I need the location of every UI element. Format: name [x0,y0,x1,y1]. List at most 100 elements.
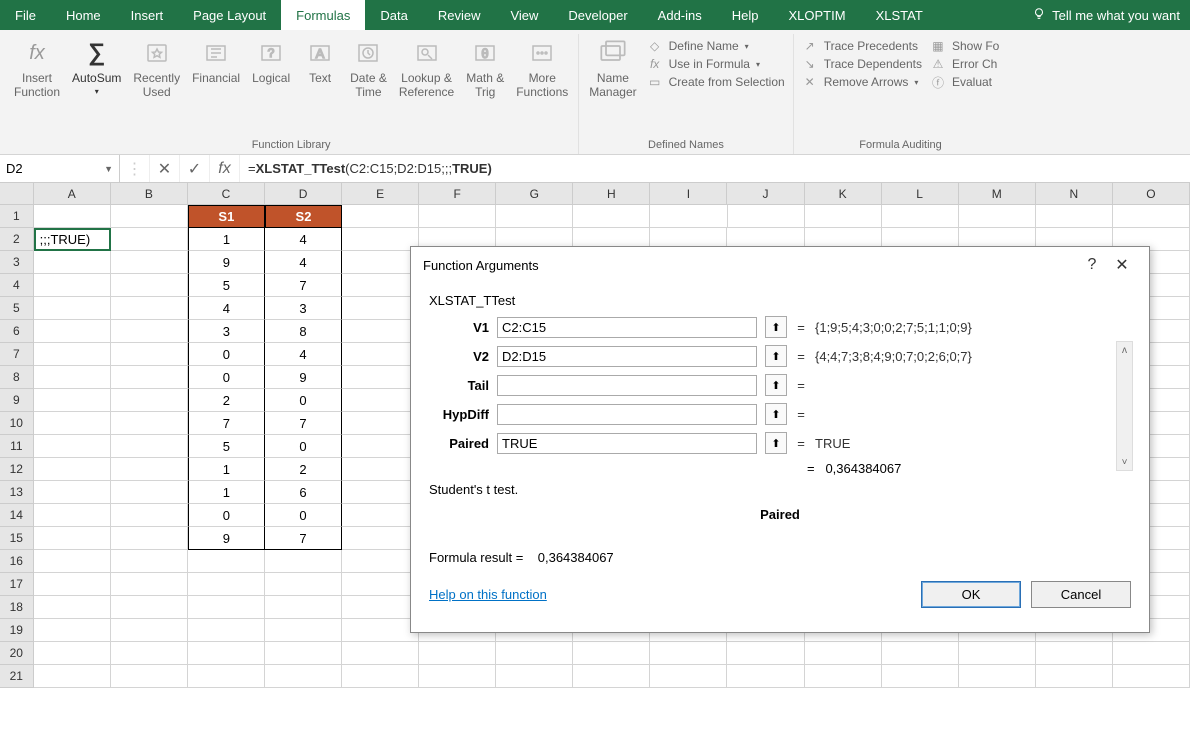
cell-E2[interactable] [342,228,419,251]
col-header-E[interactable]: E [342,183,419,204]
cell-A21[interactable] [34,665,111,688]
col-header-K[interactable]: K [805,183,882,204]
cell-C14[interactable]: 0 [188,504,265,527]
cell-G21[interactable] [496,665,573,688]
cell-F20[interactable] [419,642,496,665]
cell-H20[interactable] [573,642,650,665]
recently-used-button[interactable]: Recently Used [127,34,186,102]
cell-D7[interactable]: 4 [265,343,342,366]
cell-A17[interactable] [34,573,111,596]
tab-help[interactable]: Help [717,0,774,30]
create-from-selection-button[interactable]: ▭Create from Selection [647,74,785,90]
cancel-button[interactable]: Cancel [1031,581,1131,608]
row-header-3[interactable]: 3 [0,251,34,274]
col-header-A[interactable]: A [34,183,111,204]
cell-B19[interactable] [111,619,188,642]
cell-B8[interactable] [111,366,188,389]
financial-button[interactable]: Financial [186,34,246,88]
cell-E15[interactable] [342,527,419,550]
col-header-C[interactable]: C [188,183,265,204]
dialog-titlebar[interactable]: Function Arguments ? ✕ [411,247,1149,283]
close-button[interactable]: ✕ [1107,255,1137,275]
cell-J20[interactable] [727,642,804,665]
cell-D12[interactable]: 2 [265,458,342,481]
cell-A9[interactable] [34,389,111,412]
cell-B17[interactable] [111,573,188,596]
text-button[interactable]: A Text [296,34,344,88]
cell-A4[interactable] [34,274,111,297]
cell-O20[interactable] [1113,642,1190,665]
cell-B18[interactable] [111,596,188,619]
cell-A10[interactable] [34,412,111,435]
help-button[interactable]: ? [1077,256,1107,274]
cell-C18[interactable] [188,596,265,619]
cell-C12[interactable]: 1 [188,458,265,481]
name-box[interactable]: ▼ [0,155,120,182]
cell-D17[interactable] [265,573,342,596]
cell-C4[interactable]: 5 [188,274,265,297]
cell-L1[interactable] [882,205,959,228]
cell-D9[interactable]: 0 [265,389,342,412]
cell-E14[interactable] [342,504,419,527]
cancel-formula-button[interactable]: ✕ [150,155,180,182]
cell-E16[interactable] [342,550,419,573]
cell-D15[interactable]: 7 [265,527,342,550]
cell-A18[interactable] [34,596,111,619]
cell-J21[interactable] [727,665,804,688]
arg-input-v2[interactable] [497,346,757,367]
cell-E10[interactable] [342,412,419,435]
tab-home[interactable]: Home [51,0,116,30]
cell-A6[interactable] [34,320,111,343]
cell-B14[interactable] [111,504,188,527]
col-header-O[interactable]: O [1113,183,1190,204]
cell-B16[interactable] [111,550,188,573]
cell-E12[interactable] [342,458,419,481]
cell-M20[interactable] [959,642,1036,665]
range-select-button[interactable]: ⬆ [765,316,787,338]
cell-D16[interactable] [265,550,342,573]
cell-A16[interactable] [34,550,111,573]
cell-B10[interactable] [111,412,188,435]
cell-N21[interactable] [1036,665,1113,688]
show-formulas-button[interactable]: ▦Show Fo [930,38,999,54]
tab-developer[interactable]: Developer [553,0,642,30]
cell-D18[interactable] [265,596,342,619]
cell-B13[interactable] [111,481,188,504]
tab-file[interactable]: File [0,0,51,30]
cell-I20[interactable] [650,642,727,665]
cell-A20[interactable] [34,642,111,665]
cell-D11[interactable]: 0 [265,435,342,458]
row-header-13[interactable]: 13 [0,481,34,504]
range-select-button[interactable]: ⬆ [765,345,787,367]
cell-C1[interactable]: S1 [188,205,265,228]
cell-H21[interactable] [573,665,650,688]
cell-E19[interactable] [342,619,419,642]
row-header-14[interactable]: 14 [0,504,34,527]
cell-B2[interactable] [111,228,188,251]
cell-A8[interactable] [34,366,111,389]
formula-input[interactable]: =XLSTAT_TTest(C2:C15;D2:D15;;;TRUE) [240,155,1190,182]
cell-O1[interactable] [1113,205,1190,228]
col-header-F[interactable]: F [419,183,496,204]
cell-D3[interactable]: 4 [265,251,342,274]
cell-N1[interactable] [1036,205,1113,228]
col-header-M[interactable]: M [959,183,1036,204]
ok-button[interactable]: OK [921,581,1021,608]
cell-D4[interactable]: 7 [265,274,342,297]
tab-data[interactable]: Data [365,0,422,30]
row-header-8[interactable]: 8 [0,366,34,389]
cell-O21[interactable] [1113,665,1190,688]
scroll-up-icon[interactable]: ʌ [1117,342,1132,358]
cell-C9[interactable]: 2 [188,389,265,412]
cell-D8[interactable]: 9 [265,366,342,389]
cell-I21[interactable] [650,665,727,688]
cell-C3[interactable]: 9 [188,251,265,274]
row-header-6[interactable]: 6 [0,320,34,343]
tab-xloptim[interactable]: XLOPTIM [774,0,861,30]
chevron-down-icon[interactable]: ▼ [104,164,113,174]
cell-L20[interactable] [882,642,959,665]
cell-C13[interactable]: 1 [188,481,265,504]
trace-dependents-button[interactable]: ↘Trace Dependents [802,56,922,72]
col-header-I[interactable]: I [650,183,727,204]
tab-addins[interactable]: Add-ins [643,0,717,30]
